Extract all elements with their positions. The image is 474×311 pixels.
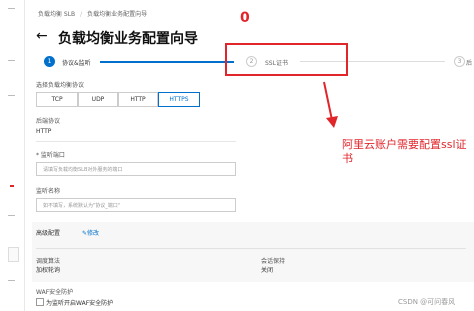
page-title: 负载均衡业务配置向导 xyxy=(58,31,198,47)
breadcrumb-current: 负载均衡业务配置向导 xyxy=(87,11,148,18)
modify-link-label: 修改 xyxy=(87,230,100,237)
sidebar-active-mark[interactable] xyxy=(10,185,14,187)
backend-protocol-value: HTTP xyxy=(36,128,52,135)
annotation-text: 阿里云账户需要配置ssl证书 xyxy=(342,138,467,165)
step-progress-line xyxy=(100,61,234,63)
protocol-tcp-button[interactable]: TCP xyxy=(36,92,78,107)
session-value: 关闭 xyxy=(261,267,274,274)
advanced-config-title: 高级配置 xyxy=(36,230,61,237)
sched-algo-value: 加权轮询 xyxy=(36,267,61,274)
step-1-label: 协议&监听 xyxy=(62,60,91,67)
breadcrumb: 负载均衡 SLB / 负载均衡业务配置向导 xyxy=(38,9,147,18)
back-arrow-icon[interactable]: ← xyxy=(36,28,48,44)
divider xyxy=(36,141,236,142)
waf-checkbox-label: 为监听开启WAF安全防护 xyxy=(46,300,114,307)
protocol-https-button[interactable]: HTTPS xyxy=(158,92,200,107)
sched-algo-label: 调度算法 xyxy=(36,258,61,265)
left-sidebar xyxy=(0,0,25,311)
listener-name-input[interactable]: 如不填写，系统默认为"协议_端口" xyxy=(36,198,236,212)
port-label: * 监听端口 xyxy=(36,152,65,159)
sidebar-mark xyxy=(8,215,15,216)
breadcrumb-link-slb[interactable]: 负载均衡 SLB xyxy=(38,11,75,18)
modify-link[interactable]: ✎修改 xyxy=(82,228,99,237)
watermark: CSDN @可问春风 xyxy=(398,298,456,306)
sidebar-mark xyxy=(8,280,15,281)
annotation-marker: 0 xyxy=(240,10,250,26)
backend-protocol-label: 后端协议 xyxy=(36,118,61,125)
sidebar-collapse-tab[interactable] xyxy=(8,247,19,262)
sidebar-mark xyxy=(8,60,15,61)
protocol-http-button[interactable]: HTTP xyxy=(118,92,158,107)
step-1-indicator: 1 xyxy=(44,56,55,67)
step-3-indicator: 3 xyxy=(454,56,465,67)
protocol-udp-button[interactable]: UDP xyxy=(78,92,118,107)
breadcrumb-separator: / xyxy=(80,11,83,18)
waf-checkbox[interactable] xyxy=(36,298,44,306)
session-label: 会话保持 xyxy=(261,258,286,265)
annotation-highlight-box xyxy=(225,43,348,76)
step-3-label: 后 xyxy=(466,60,473,67)
sidebar-mark xyxy=(8,95,15,96)
divider xyxy=(36,248,466,249)
sidebar-mark xyxy=(8,8,15,9)
listener-name-label: 监听名称 xyxy=(36,188,61,195)
protocol-label: 选择负载均衡协议 xyxy=(36,82,85,89)
port-input[interactable]: 请填写负载均衡SLB对外服务的端口 xyxy=(36,162,236,176)
waf-label: WAF安全防护 xyxy=(36,289,74,296)
annotation-arrow-icon xyxy=(323,81,338,128)
